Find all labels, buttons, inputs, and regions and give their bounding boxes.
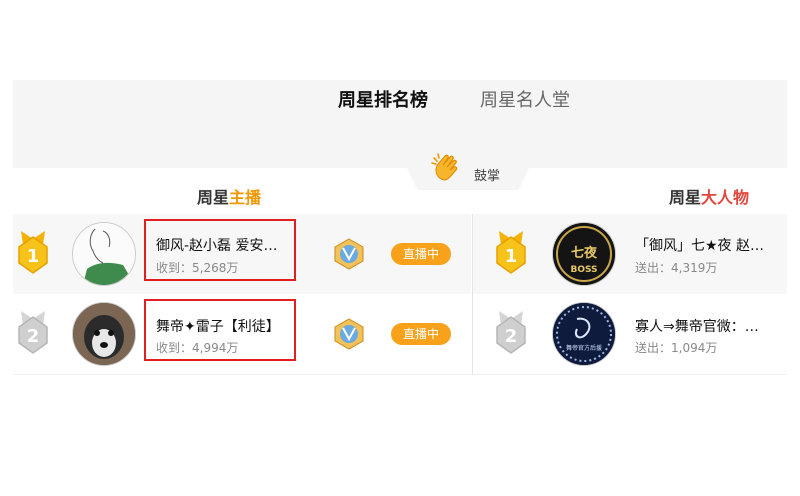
live-status-button[interactable]: 直播中 xyxy=(391,243,451,265)
avatar[interactable]: 舞帝官方后援 xyxy=(552,302,616,366)
svg-text:BOSS: BOSS xyxy=(570,265,597,275)
avatar[interactable] xyxy=(72,222,136,286)
svg-text:舞帝官方后援: 舞帝官方后援 xyxy=(566,344,602,352)
section-title-anchors: 周星主播 xyxy=(197,188,262,207)
fan-club-emblem-image: 舞帝官方后援 xyxy=(553,303,615,365)
annotation-highlight-box xyxy=(144,219,296,281)
level-badge-icon xyxy=(334,318,364,350)
svg-text:2: 2 xyxy=(505,326,518,347)
tab-weekly-star-hall-of-fame[interactable]: 周星名人堂 xyxy=(480,89,570,113)
silver-medal-icon: 2 xyxy=(496,311,526,354)
column-divider xyxy=(472,214,473,374)
clap-tab-background xyxy=(398,150,538,190)
boss-emblem-image: 七夜 BOSS xyxy=(553,223,615,285)
svg-text:2: 2 xyxy=(27,326,40,347)
section-title-vips: 周星大人物 xyxy=(669,188,750,207)
clap-label[interactable]: 鼓掌 xyxy=(474,165,500,184)
husky-dog-photo xyxy=(73,303,135,365)
gold-medal-icon: 1 xyxy=(496,231,526,274)
live-status-button[interactable]: 直播中 xyxy=(391,323,451,345)
sketch-portrait-image xyxy=(73,223,135,285)
gold-medal-icon: 1 xyxy=(18,231,48,274)
vip-name[interactable]: 寡人⇒舞帝官微：… xyxy=(635,316,783,336)
svg-text:1: 1 xyxy=(27,246,40,267)
vip-sent-stat: 送出：1,094万 xyxy=(635,341,718,355)
svg-text:1: 1 xyxy=(505,246,518,267)
svg-text:七夜: 七夜 xyxy=(571,245,598,261)
annotation-highlight-box xyxy=(144,299,296,361)
bottom-divider xyxy=(13,374,787,375)
clapping-hands-icon[interactable] xyxy=(430,152,466,182)
level-badge-icon xyxy=(334,238,364,270)
vip-sent-stat: 送出：4,319万 xyxy=(635,261,718,275)
avatar[interactable]: 七夜 BOSS xyxy=(552,222,616,286)
avatar[interactable] xyxy=(72,302,136,366)
silver-medal-icon: 2 xyxy=(18,311,48,354)
vip-name[interactable]: 「御风」七★夜 赵… xyxy=(635,235,783,255)
tab-weekly-star-ranking[interactable]: 周星排名榜 xyxy=(338,89,428,113)
